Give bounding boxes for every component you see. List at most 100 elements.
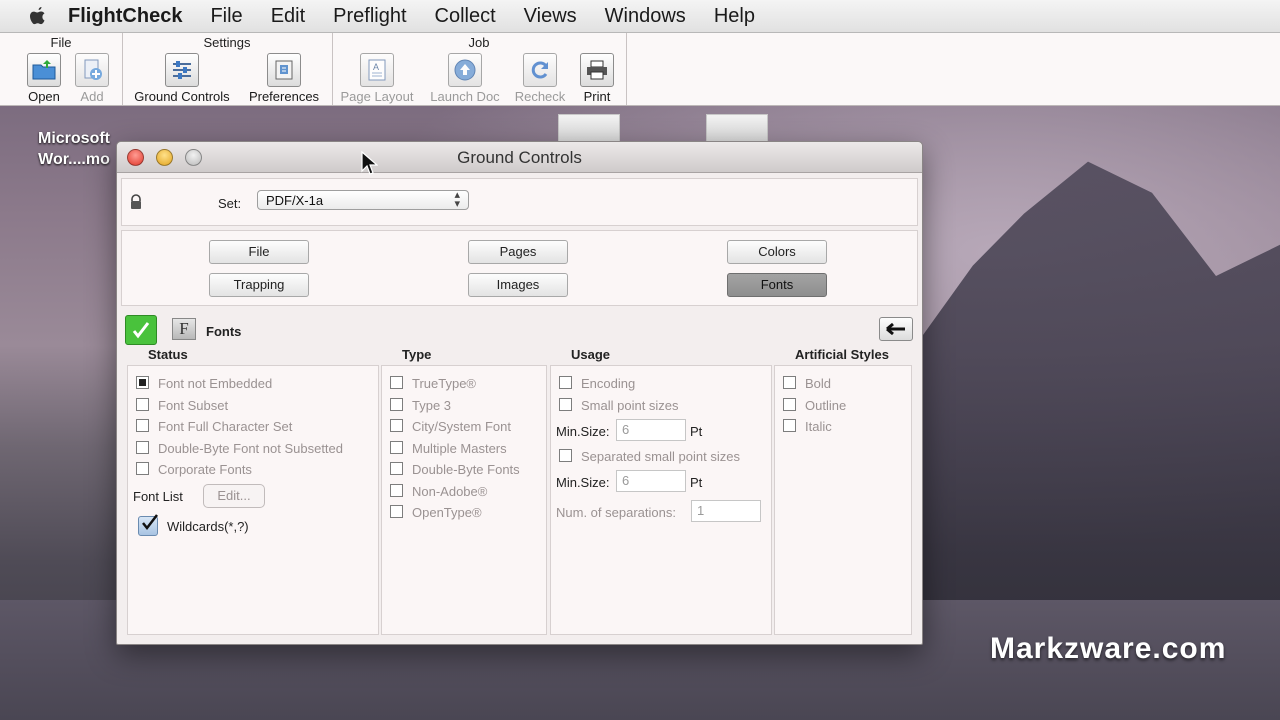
checkbox[interactable] xyxy=(390,462,403,475)
artificial-style-option[interactable]: Outline xyxy=(783,398,846,416)
checkbox[interactable] xyxy=(559,449,572,462)
menu-preflight[interactable]: Preflight xyxy=(333,5,406,28)
checkbox[interactable] xyxy=(559,376,572,389)
wildcards-label: Wildcards(*,?) xyxy=(167,519,249,534)
encoding-option[interactable]: Encoding xyxy=(559,376,635,394)
apple-logo-icon[interactable] xyxy=(28,5,54,27)
print-button[interactable]: Print xyxy=(580,53,614,104)
menu-edit[interactable]: Edit xyxy=(271,5,305,28)
preferences-label: Preferences xyxy=(248,89,320,104)
preferences-icon xyxy=(267,53,301,87)
status-option-label: Font Subset xyxy=(158,398,229,413)
wildcards-checkbox[interactable] xyxy=(138,514,158,536)
menu-flightcheck[interactable]: FlightCheck xyxy=(68,5,182,28)
status-option-label: Corporate Fonts xyxy=(158,462,252,477)
small-point-sizes-option[interactable]: Small point sizes xyxy=(559,398,679,416)
menu-help[interactable]: Help xyxy=(714,5,755,28)
menu-file[interactable]: File xyxy=(210,5,242,28)
page-layout-button[interactable]: A Page Layout xyxy=(338,53,416,104)
recheck-label: Recheck xyxy=(514,89,566,104)
min-size-label: Min.Size: xyxy=(556,424,610,439)
category-images-button[interactable]: Images xyxy=(468,273,568,297)
status-option[interactable]: Double-Byte Font not Subsetted xyxy=(136,441,343,459)
window-title: Ground Controls xyxy=(457,148,582,167)
separated-small-label: Separated small point sizes xyxy=(581,449,740,464)
preferences-button[interactable]: Preferences xyxy=(246,53,322,104)
toolbar-group-title: Job xyxy=(468,35,490,50)
checkmark-icon[interactable] xyxy=(125,315,157,345)
checkbox[interactable] xyxy=(559,398,572,411)
artificial-styles-header: Artificial Styles xyxy=(795,347,889,362)
lock-icon[interactable] xyxy=(129,194,143,215)
status-option[interactable]: Corporate Fonts xyxy=(136,462,252,480)
checkbox[interactable] xyxy=(390,484,403,497)
ground-controls-label: Ground Controls xyxy=(134,89,230,104)
category-colors-button[interactable]: Colors xyxy=(727,240,827,264)
checkbox[interactable] xyxy=(783,376,796,389)
window-titlebar[interactable]: Ground Controls xyxy=(117,142,922,173)
desktop-item-label[interactable]: Microsoft Wor....mo xyxy=(28,128,120,170)
min-size-field[interactable]: 6 xyxy=(616,470,686,492)
checkbox[interactable] xyxy=(136,462,149,475)
pt-label: Pt xyxy=(690,475,703,490)
usage-column: Encoding Small point sizes Min.Size: 6 P… xyxy=(550,365,772,635)
set-popup[interactable]: PDF/X-1a ▴ ▾ xyxy=(257,190,469,210)
toolbar: File Open Add Settings Ground Controls P… xyxy=(0,33,1280,106)
mouse-cursor-icon xyxy=(361,150,378,175)
menu-windows[interactable]: Windows xyxy=(605,5,686,28)
num-separations-label: Num. of separations: xyxy=(556,505,676,520)
font-list-edit-button[interactable]: Edit... xyxy=(203,484,265,508)
type-option[interactable]: Multiple Masters xyxy=(390,441,507,459)
checkbox[interactable] xyxy=(390,398,403,411)
type-option[interactable]: Non-Adobe® xyxy=(390,484,487,502)
small-point-sizes-label: Small point sizes xyxy=(581,398,679,413)
type-option[interactable]: TrueType® xyxy=(390,376,476,394)
menu-views[interactable]: Views xyxy=(524,5,577,28)
status-option-label: Double-Byte Font not Subsetted xyxy=(158,441,344,456)
artificial-style-option[interactable]: Bold xyxy=(783,376,831,394)
status-column: Font not Embedded Font Subset Font Full … xyxy=(127,365,379,635)
min-size-field[interactable]: 6 xyxy=(616,419,686,441)
launch-doc-button[interactable]: Launch Doc xyxy=(426,53,504,104)
checkbox[interactable] xyxy=(390,441,403,454)
category-pages-button[interactable]: Pages xyxy=(468,240,568,264)
sliders-icon xyxy=(165,53,199,87)
toolbar-group-title: Settings xyxy=(203,35,251,50)
separated-small-option[interactable]: Separated small point sizes xyxy=(559,449,740,467)
type-option[interactable]: OpenType® xyxy=(390,505,482,523)
encoding-label: Encoding xyxy=(581,376,636,391)
num-separations-field[interactable]: 1 xyxy=(691,500,761,522)
checkbox[interactable] xyxy=(390,505,403,518)
status-option[interactable]: Font Subset xyxy=(136,398,228,416)
checkbox[interactable] xyxy=(136,398,149,411)
status-option[interactable]: Font not Embedded xyxy=(136,376,272,394)
category-trapping-button[interactable]: Trapping xyxy=(209,273,309,297)
type-option[interactable]: Double-Byte Fonts xyxy=(390,462,520,480)
menu-collect[interactable]: Collect xyxy=(435,5,496,28)
recheck-button[interactable]: Recheck xyxy=(504,53,576,104)
checkbox[interactable] xyxy=(783,419,796,432)
desktop-item-label-line2: Wor....mo xyxy=(38,151,110,168)
checkbox-mixed[interactable] xyxy=(136,376,149,389)
font-list-label: Font List xyxy=(133,489,183,504)
ground-controls-button[interactable]: Ground Controls xyxy=(130,53,234,104)
add-document-icon xyxy=(75,53,109,87)
category-panel: File Pages Colors Trapping Images Fonts xyxy=(121,230,918,306)
checkbox[interactable] xyxy=(390,419,403,432)
checkbox[interactable] xyxy=(136,441,149,454)
add-button[interactable]: Add xyxy=(55,53,129,104)
page-layout-label: Page Layout xyxy=(340,89,414,104)
wildcards-option[interactable]: Wildcards(*,?) xyxy=(138,514,249,536)
artificial-style-label: Bold xyxy=(805,376,832,391)
type-option[interactable]: City/System Font xyxy=(390,419,511,437)
status-option[interactable]: Font Full Character Set xyxy=(136,419,292,437)
back-button[interactable] xyxy=(879,317,913,341)
checkbox[interactable] xyxy=(783,398,796,411)
type-option[interactable]: Type 3 xyxy=(390,398,451,416)
checkbox[interactable] xyxy=(136,419,149,432)
checkbox[interactable] xyxy=(390,376,403,389)
category-file-button[interactable]: File xyxy=(209,240,309,264)
type-option-label: TrueType® xyxy=(412,376,477,391)
artificial-style-option[interactable]: Italic xyxy=(783,419,832,437)
category-fonts-button[interactable]: Fonts xyxy=(727,273,827,297)
